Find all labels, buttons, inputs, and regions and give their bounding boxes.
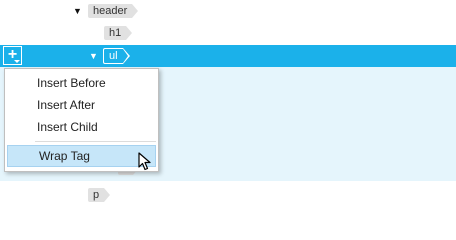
menu-item-wrap-tag[interactable]: Wrap Tag <box>7 145 156 167</box>
tree-row-h1[interactable]: h1 <box>0 22 456 44</box>
menu-item-insert-child[interactable]: Insert Child <box>5 116 158 138</box>
add-tag-button[interactable]: + <box>3 46 22 65</box>
menu-separator <box>35 141 156 142</box>
menu-item-insert-after[interactable]: Insert After <box>5 94 158 116</box>
expand-caret-icon[interactable]: ▼ <box>89 50 98 62</box>
dropdown-arrow-icon <box>14 60 20 63</box>
tag-p[interactable]: p <box>88 188 111 202</box>
tree-row-header[interactable]: ▼ header <box>0 0 456 22</box>
tag-ul[interactable]: ul <box>103 48 129 64</box>
expand-caret-icon[interactable]: ▼ <box>73 5 82 17</box>
tag-h1[interactable]: h1 <box>104 26 133 40</box>
tag-header[interactable]: header <box>88 4 139 18</box>
tree-row-p[interactable]: p <box>0 184 456 206</box>
tree-row-ul[interactable]: + ▼ ul <box>0 45 456 67</box>
menu-item-insert-before[interactable]: Insert Before <box>5 72 158 94</box>
mouse-cursor-icon <box>138 152 151 171</box>
context-menu: Insert Before Insert After Insert Child … <box>4 68 159 172</box>
